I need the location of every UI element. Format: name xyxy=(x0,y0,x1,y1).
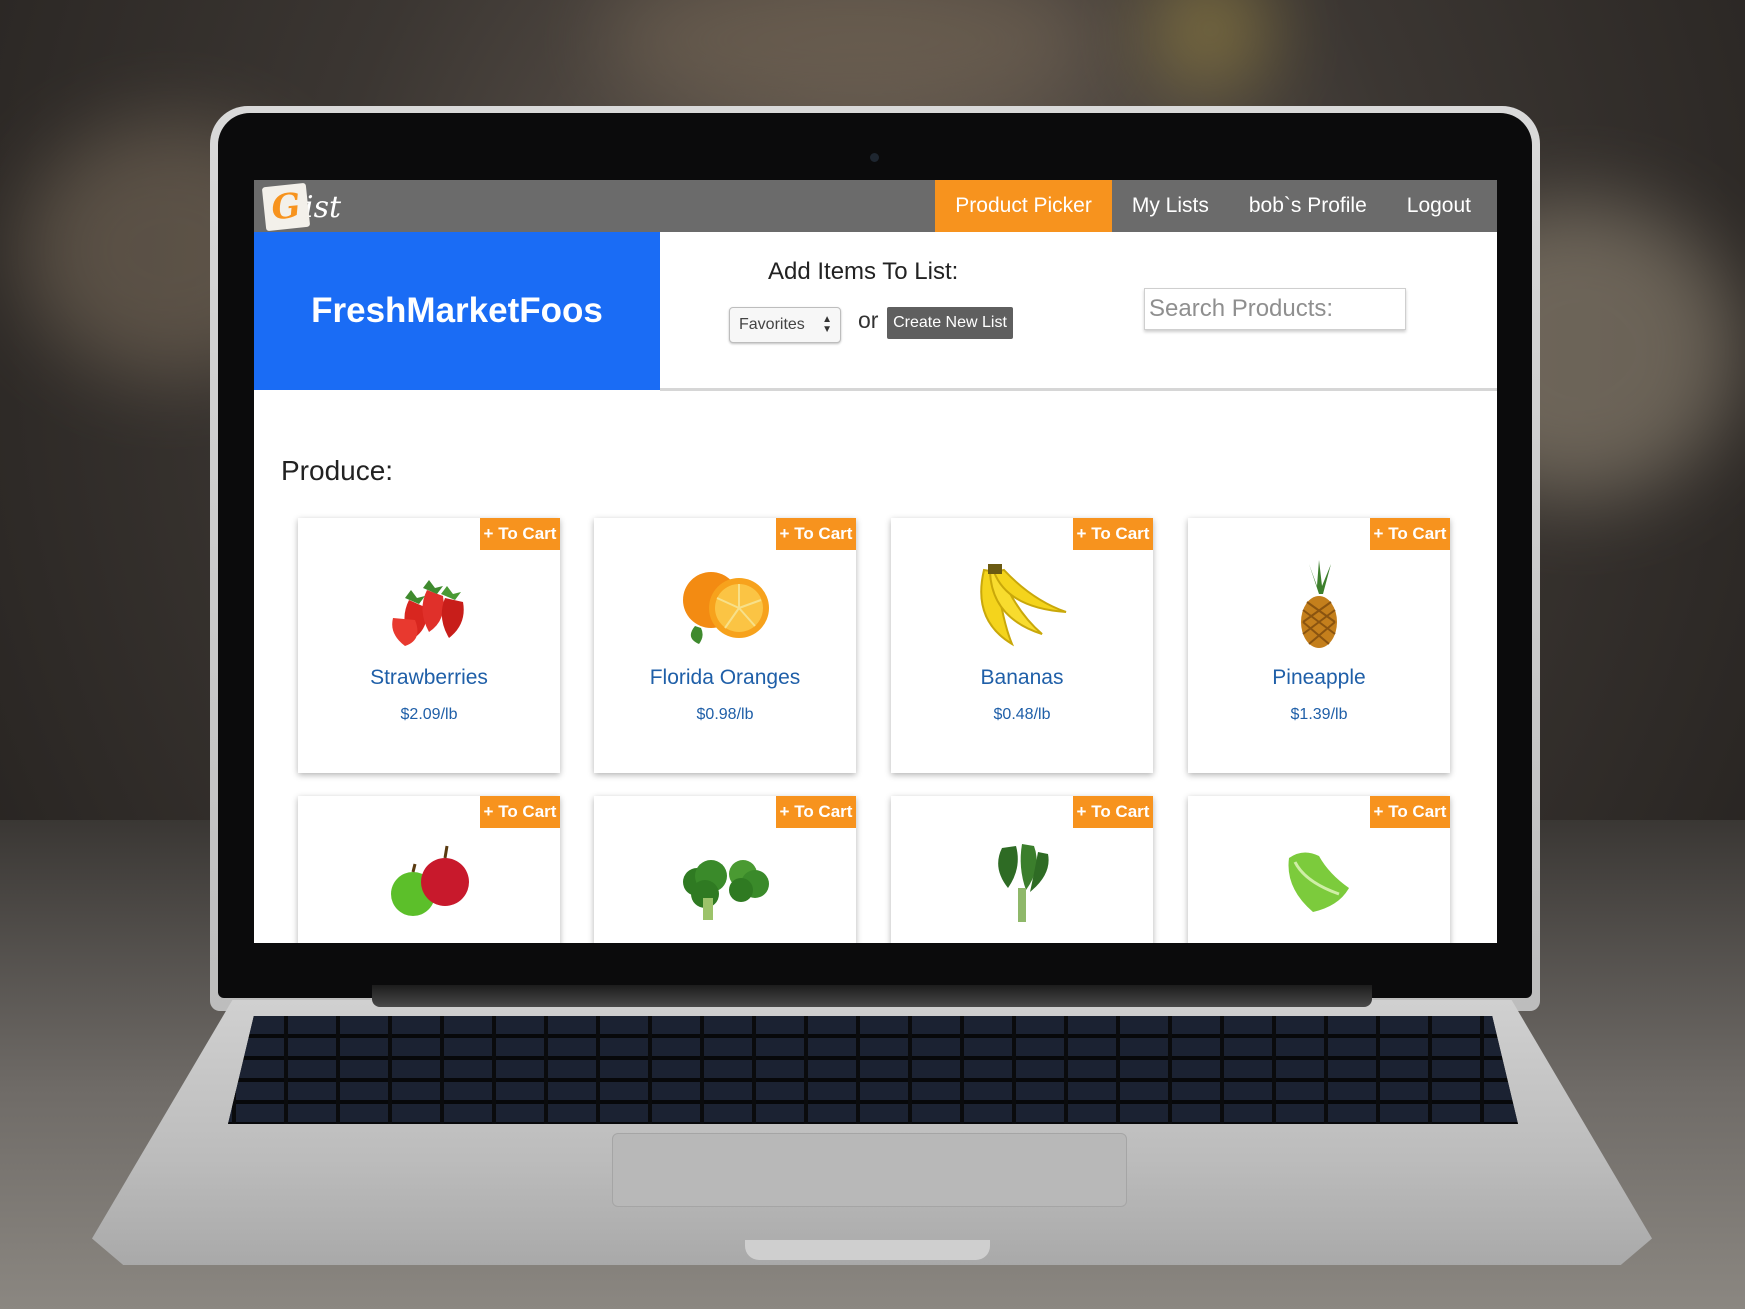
lid-notch xyxy=(745,1240,990,1260)
background-blur xyxy=(600,0,1100,120)
strawberry-icon xyxy=(392,580,464,646)
add-to-cart-button[interactable]: + To Cart xyxy=(776,518,856,550)
product-card[interactable]: + To Cart Bananas $0.48/lb xyxy=(891,518,1153,773)
product-name[interactable]: Florida Oranges xyxy=(594,666,856,690)
kale-icon xyxy=(998,844,1049,922)
logo-mark: G xyxy=(261,182,311,232)
nav-menu: Product Picker My Lists bob`s Profile Lo… xyxy=(935,180,1491,232)
product-card[interactable]: + To Cart Florida Oranges $0.98/lb xyxy=(594,518,856,773)
add-to-cart-button[interactable]: + To Cart xyxy=(776,796,856,828)
add-to-cart-button[interactable]: + To Cart xyxy=(1370,518,1450,550)
webcam xyxy=(870,153,879,162)
list-select-value: Favorites xyxy=(739,316,805,333)
nav-my-lists[interactable]: My Lists xyxy=(1112,180,1229,232)
product-card[interactable]: + To Cart xyxy=(891,796,1153,943)
banana-icon xyxy=(980,564,1067,647)
product-card[interactable]: + To Cart Pineapple $1.39/lb xyxy=(1188,518,1450,773)
product-name[interactable]: Bananas xyxy=(891,666,1153,690)
add-to-cart-button[interactable]: + To Cart xyxy=(1370,796,1450,828)
gist-logo[interactable]: G ist xyxy=(261,182,354,232)
keyboard xyxy=(228,1016,1518,1124)
laptop-hinge xyxy=(372,985,1372,1007)
product-card[interactable]: + To Cart Strawberries $2.09/lb xyxy=(298,518,560,773)
product-price: $0.98/lb xyxy=(696,706,754,723)
product-name[interactable]: Pineapple xyxy=(1188,666,1450,690)
background-blur xyxy=(1150,0,1270,90)
top-navbar: G ist Product Picker My Lists bob`s Prof… xyxy=(254,180,1497,232)
store-brand-panel: FreshMarketFoos xyxy=(254,232,660,390)
trackpad xyxy=(612,1133,1127,1207)
or-text: or xyxy=(858,307,879,333)
product-card[interactable]: + To Cart xyxy=(1188,796,1450,943)
search-products-input[interactable]: Search Products: xyxy=(1144,288,1406,330)
list-select[interactable]: Favorites ▲ ▼ xyxy=(729,307,841,343)
header-divider xyxy=(660,388,1497,391)
broccoli-icon xyxy=(683,860,769,920)
product-card[interactable]: + To Cart xyxy=(298,796,560,943)
orange-icon xyxy=(683,572,769,644)
product-price: $1.39/lb xyxy=(1290,706,1348,723)
product-price: $2.09/lb xyxy=(400,706,458,723)
nav-product-picker[interactable]: Product Picker xyxy=(935,180,1112,232)
logo-text: ist xyxy=(304,189,342,225)
add-to-cart-button[interactable]: + To Cart xyxy=(1073,796,1153,828)
apple-icon xyxy=(391,845,469,916)
lettuce-icon xyxy=(1288,852,1349,912)
product-price: $0.48/lb xyxy=(993,706,1051,723)
pineapple-icon xyxy=(1301,560,1337,648)
app-screen: G ist Product Picker My Lists bob`s Prof… xyxy=(254,180,1497,943)
add-to-cart-button[interactable]: + To Cart xyxy=(1073,518,1153,550)
add-to-cart-button[interactable]: + To Cart xyxy=(480,796,560,828)
nav-logout[interactable]: Logout xyxy=(1387,180,1491,232)
add-to-cart-button[interactable]: + To Cart xyxy=(480,518,560,550)
product-card[interactable]: + To Cart xyxy=(594,796,856,943)
add-items-label: Add Items To List: xyxy=(768,258,959,285)
section-title: Produce: xyxy=(281,455,394,486)
product-name[interactable]: Strawberries xyxy=(298,666,560,690)
create-new-list-button[interactable]: Create New List xyxy=(887,307,1013,339)
product-grid: + To Cart Strawberries $2.09/lb + To Car… xyxy=(298,518,1458,943)
nav-profile[interactable]: bob`s Profile xyxy=(1229,180,1387,232)
select-arrows-icon: ▲ ▼ xyxy=(822,314,832,335)
